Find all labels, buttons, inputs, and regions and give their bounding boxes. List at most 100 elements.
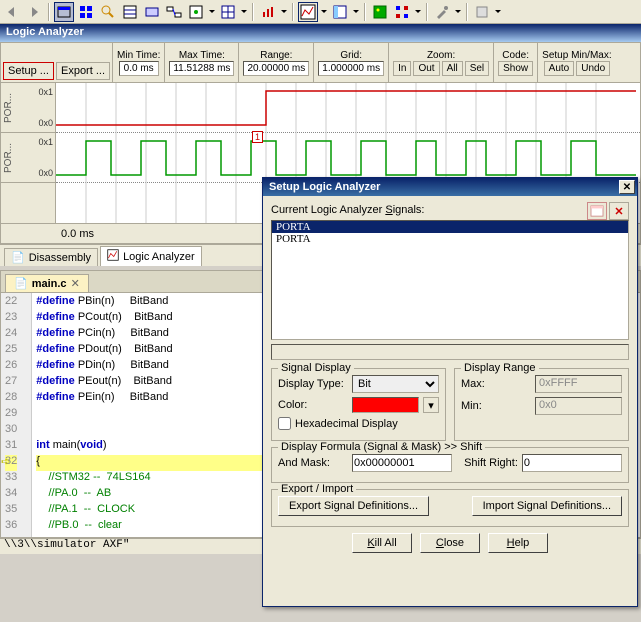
y-tick: 0x1 [38, 137, 53, 147]
legend: Display Formula (Signal & Mask) >> Shift [278, 441, 485, 453]
grid-value: 1.000000 ms [318, 61, 384, 76]
range-label: Range: [260, 50, 292, 61]
max-time-label: Max Time: [179, 50, 225, 61]
logic-analyzer-title: Logic Analyzer [0, 24, 641, 42]
reset-icon[interactable] [472, 2, 492, 22]
delete-signal-icon[interactable]: ✕ [609, 202, 629, 220]
line-gutter: 22232425262728293031➪3233343536 [1, 293, 32, 537]
auto-button[interactable]: Auto [544, 61, 575, 76]
help-button[interactable]: Help [488, 533, 548, 553]
seq-icon[interactable] [392, 2, 412, 22]
zoom-in-button[interactable]: In [393, 61, 411, 76]
close-icon[interactable]: ✕ [71, 277, 80, 290]
dropdown-icon[interactable] [320, 2, 328, 22]
list-item[interactable]: PORTA [272, 233, 628, 245]
zoom-all-button[interactable]: All [442, 61, 463, 76]
registers-icon[interactable] [120, 2, 140, 22]
legend: Export / Import [278, 483, 356, 495]
min-input: 0x0 [535, 397, 622, 415]
c-file-icon: 📄 [14, 277, 28, 290]
export-signal-defs-button[interactable]: Export Signal Definitions... [278, 496, 429, 516]
hex-display-checkbox[interactable] [278, 417, 291, 430]
display-type-select[interactable]: Bit [352, 375, 439, 393]
kill-all-button[interactable]: Kill All [352, 533, 412, 553]
shift-right-label: Shift Right: [464, 457, 518, 469]
signal-name: POR... [3, 92, 14, 122]
editor-tab-main[interactable]: 📄main.c✕ [5, 274, 89, 292]
legend: Signal Display [278, 362, 354, 374]
signals-label: Current Logic Analyzer Signals: [271, 204, 629, 216]
and-mask-input[interactable] [352, 454, 452, 472]
cursor-marker[interactable]: 1 [252, 131, 263, 143]
export-import-group: Export / Import Export Signal Definition… [271, 489, 629, 527]
and-mask-label: And Mask: [278, 457, 348, 469]
y-tick: 0x0 [38, 168, 53, 178]
plot-icon [107, 249, 119, 264]
tile-icon[interactable] [76, 2, 96, 22]
signal-labels-column: POR... 0x1 0x0 POR... 0x1 0x0 [1, 83, 56, 223]
color-label: Color: [278, 399, 348, 411]
graph-icon[interactable] [258, 2, 278, 22]
code-label: Code: [502, 50, 529, 61]
y-tick: 0x1 [38, 87, 53, 97]
disassembly-icon: 📄 [11, 251, 25, 264]
dropdown-icon[interactable] [280, 2, 288, 22]
watch-icon[interactable] [218, 2, 238, 22]
setup-minmax-label: Setup Min/Max: [542, 50, 611, 61]
image-icon[interactable] [370, 2, 390, 22]
list-item[interactable]: PORTA [272, 221, 628, 233]
legend: Display Range [461, 362, 539, 374]
tab-logic-analyzer[interactable]: Logic Analyzer [100, 246, 202, 266]
code-show-button[interactable]: Show [498, 61, 533, 76]
tab-disassembly[interactable]: 📄Disassembly [4, 248, 98, 266]
undo-button[interactable]: Undo [576, 61, 610, 76]
display-range-group: Display Range Max:0xFFFF Min:0x0 [454, 368, 629, 441]
import-signal-defs-button[interactable]: Import Signal Definitions... [472, 496, 622, 516]
range-value: 20.00000 ms [243, 61, 309, 76]
setup-button[interactable]: Setup ... [3, 62, 54, 80]
dialog-titlebar[interactable]: Setup Logic Analyzer✕ [263, 178, 637, 196]
dropdown-icon[interactable] [240, 2, 248, 22]
window-icon[interactable] [54, 2, 74, 22]
analysis-icon[interactable] [186, 2, 206, 22]
tools-icon[interactable] [432, 2, 452, 22]
y-tick: 0x0 [38, 118, 53, 128]
memory-icon[interactable] [142, 2, 162, 22]
find-icon[interactable] [98, 2, 118, 22]
min-time-value: 0.0 ms [119, 61, 159, 76]
export-button[interactable]: Export ... [56, 62, 110, 80]
color-swatch [352, 397, 419, 413]
dropdown-icon[interactable] [454, 2, 462, 22]
forward-icon[interactable] [24, 2, 44, 22]
zoom-sel-button[interactable]: Sel [465, 61, 489, 76]
layout-icon[interactable] [330, 2, 350, 22]
max-label: Max: [461, 378, 531, 390]
color-picker-button[interactable]: ▾ [423, 397, 439, 413]
new-signal-icon[interactable] [587, 202, 607, 220]
hex-display-label: Hexadecimal Display [295, 418, 398, 430]
signal-display-group: Signal Display Display Type:Bit Color:▾ … [271, 368, 446, 441]
close-icon[interactable]: ✕ [619, 180, 635, 194]
close-button[interactable]: Close [420, 533, 480, 553]
serial-icon[interactable] [164, 2, 184, 22]
back-icon[interactable] [2, 2, 22, 22]
plot-icon[interactable] [298, 2, 318, 22]
zoom-out-button[interactable]: Out [413, 61, 439, 76]
main-toolbar [0, 0, 641, 24]
min-label: Min: [461, 400, 531, 412]
dropdown-icon[interactable] [494, 2, 502, 22]
horizontal-scrollbar[interactable] [271, 344, 629, 360]
min-time-label: Min Time: [117, 50, 160, 61]
display-type-label: Display Type: [278, 378, 348, 390]
shift-right-input[interactable] [522, 454, 622, 472]
signal-name: POR... [3, 142, 14, 172]
display-formula-group: Display Formula (Signal & Mask) >> Shift… [271, 447, 629, 483]
dropdown-icon[interactable] [352, 2, 360, 22]
max-input: 0xFFFF [535, 375, 622, 393]
signals-listbox[interactable]: PORTA PORTA [271, 220, 629, 340]
dropdown-icon[interactable] [414, 2, 422, 22]
max-time-value: 11.51288 ms [169, 61, 234, 76]
setup-logic-analyzer-dialog: Setup Logic Analyzer✕ ✕ Current Logic An… [262, 177, 638, 607]
dropdown-icon[interactable] [208, 2, 216, 22]
grid-label: Grid: [340, 50, 362, 61]
